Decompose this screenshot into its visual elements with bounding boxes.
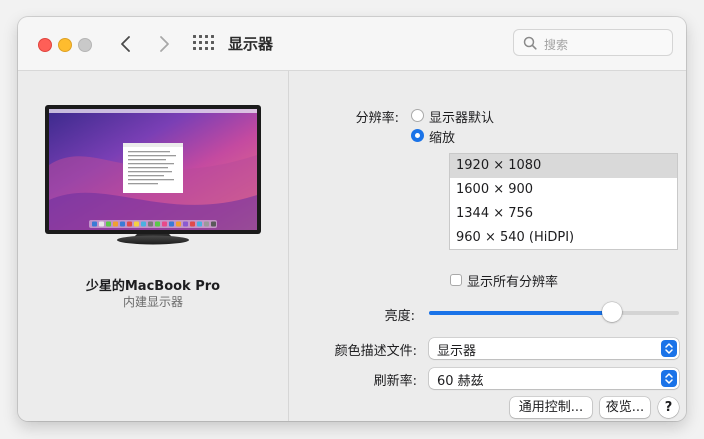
- help-button[interactable]: ?: [658, 397, 679, 418]
- night-shift-button[interactable]: 夜览...: [600, 397, 650, 418]
- brightness-slider-fill: [429, 311, 612, 315]
- show-all-resolutions-checkbox[interactable]: [450, 274, 462, 286]
- chevron-right-icon: [160, 36, 169, 52]
- resolution-label: 分辨率:: [355, 111, 399, 126]
- refresh-rate-label: 刷新率:: [373, 374, 417, 389]
- device-subtitle: 内建显示器: [122, 295, 183, 309]
- resolution-option[interactable]: 960 × 540 (HiDPI): [450, 226, 677, 250]
- zoom-window-button[interactable]: [78, 38, 92, 52]
- resolution-option[interactable]: 1344 × 756: [450, 202, 677, 226]
- forward-button[interactable]: [153, 33, 175, 55]
- settings-pane: 分辨率: 显示器默认 缩放 1920 × 1080 1600 × 900 134…: [289, 71, 686, 421]
- device-name: 少星的MacBook Pro: [85, 279, 221, 294]
- radio-scaled-label[interactable]: 缩放: [429, 127, 455, 146]
- toolbar: 显示器 搜索: [18, 17, 686, 71]
- universal-control-button[interactable]: 通用控制...: [510, 397, 592, 418]
- radio-scaled-resolution[interactable]: [411, 129, 424, 142]
- brightness-slider-knob[interactable]: [601, 302, 622, 322]
- refresh-rate-value: 60 赫兹: [437, 374, 484, 389]
- display-icon: [45, 105, 261, 245]
- color-profile-value: 显示器: [437, 344, 477, 359]
- show-all-button[interactable]: [193, 35, 214, 51]
- popup-chevrons-icon: [661, 340, 677, 357]
- resolution-list: 1920 × 1080 1600 × 900 1344 × 756 960 × …: [449, 153, 678, 250]
- color-profile-popup[interactable]: 显示器: [429, 338, 679, 359]
- brightness-label: 亮度:: [384, 309, 415, 324]
- radio-default-label[interactable]: 显示器默认: [429, 107, 494, 126]
- refresh-rate-popup[interactable]: 60 赫兹: [429, 368, 679, 389]
- brightness-slider[interactable]: [429, 302, 679, 322]
- radio-default-resolution[interactable]: [411, 109, 424, 122]
- system-preferences-window: 显示器 搜索 少星的MacBook Pro 内建显示器 分辨率: 显示器默认 缩…: [18, 17, 686, 421]
- window-title: 显示器: [228, 35, 274, 53]
- magnifier-icon: [523, 36, 537, 50]
- color-profile-label: 颜色描述文件:: [334, 344, 417, 359]
- resolution-option[interactable]: 1920 × 1080: [450, 154, 677, 178]
- search-placeholder: 搜索: [544, 38, 569, 52]
- show-all-resolutions-label[interactable]: 显示所有分辨率: [467, 271, 558, 290]
- back-button[interactable]: [115, 33, 137, 55]
- minimize-window-button[interactable]: [58, 38, 72, 52]
- search-field[interactable]: 搜索: [513, 29, 673, 56]
- chevron-left-icon: [121, 36, 130, 52]
- resolution-option[interactable]: 1600 × 900: [450, 178, 677, 202]
- close-window-button[interactable]: [38, 38, 52, 52]
- device-pane: 少星的MacBook Pro 内建显示器: [18, 71, 288, 421]
- popup-chevrons-icon: [661, 370, 677, 387]
